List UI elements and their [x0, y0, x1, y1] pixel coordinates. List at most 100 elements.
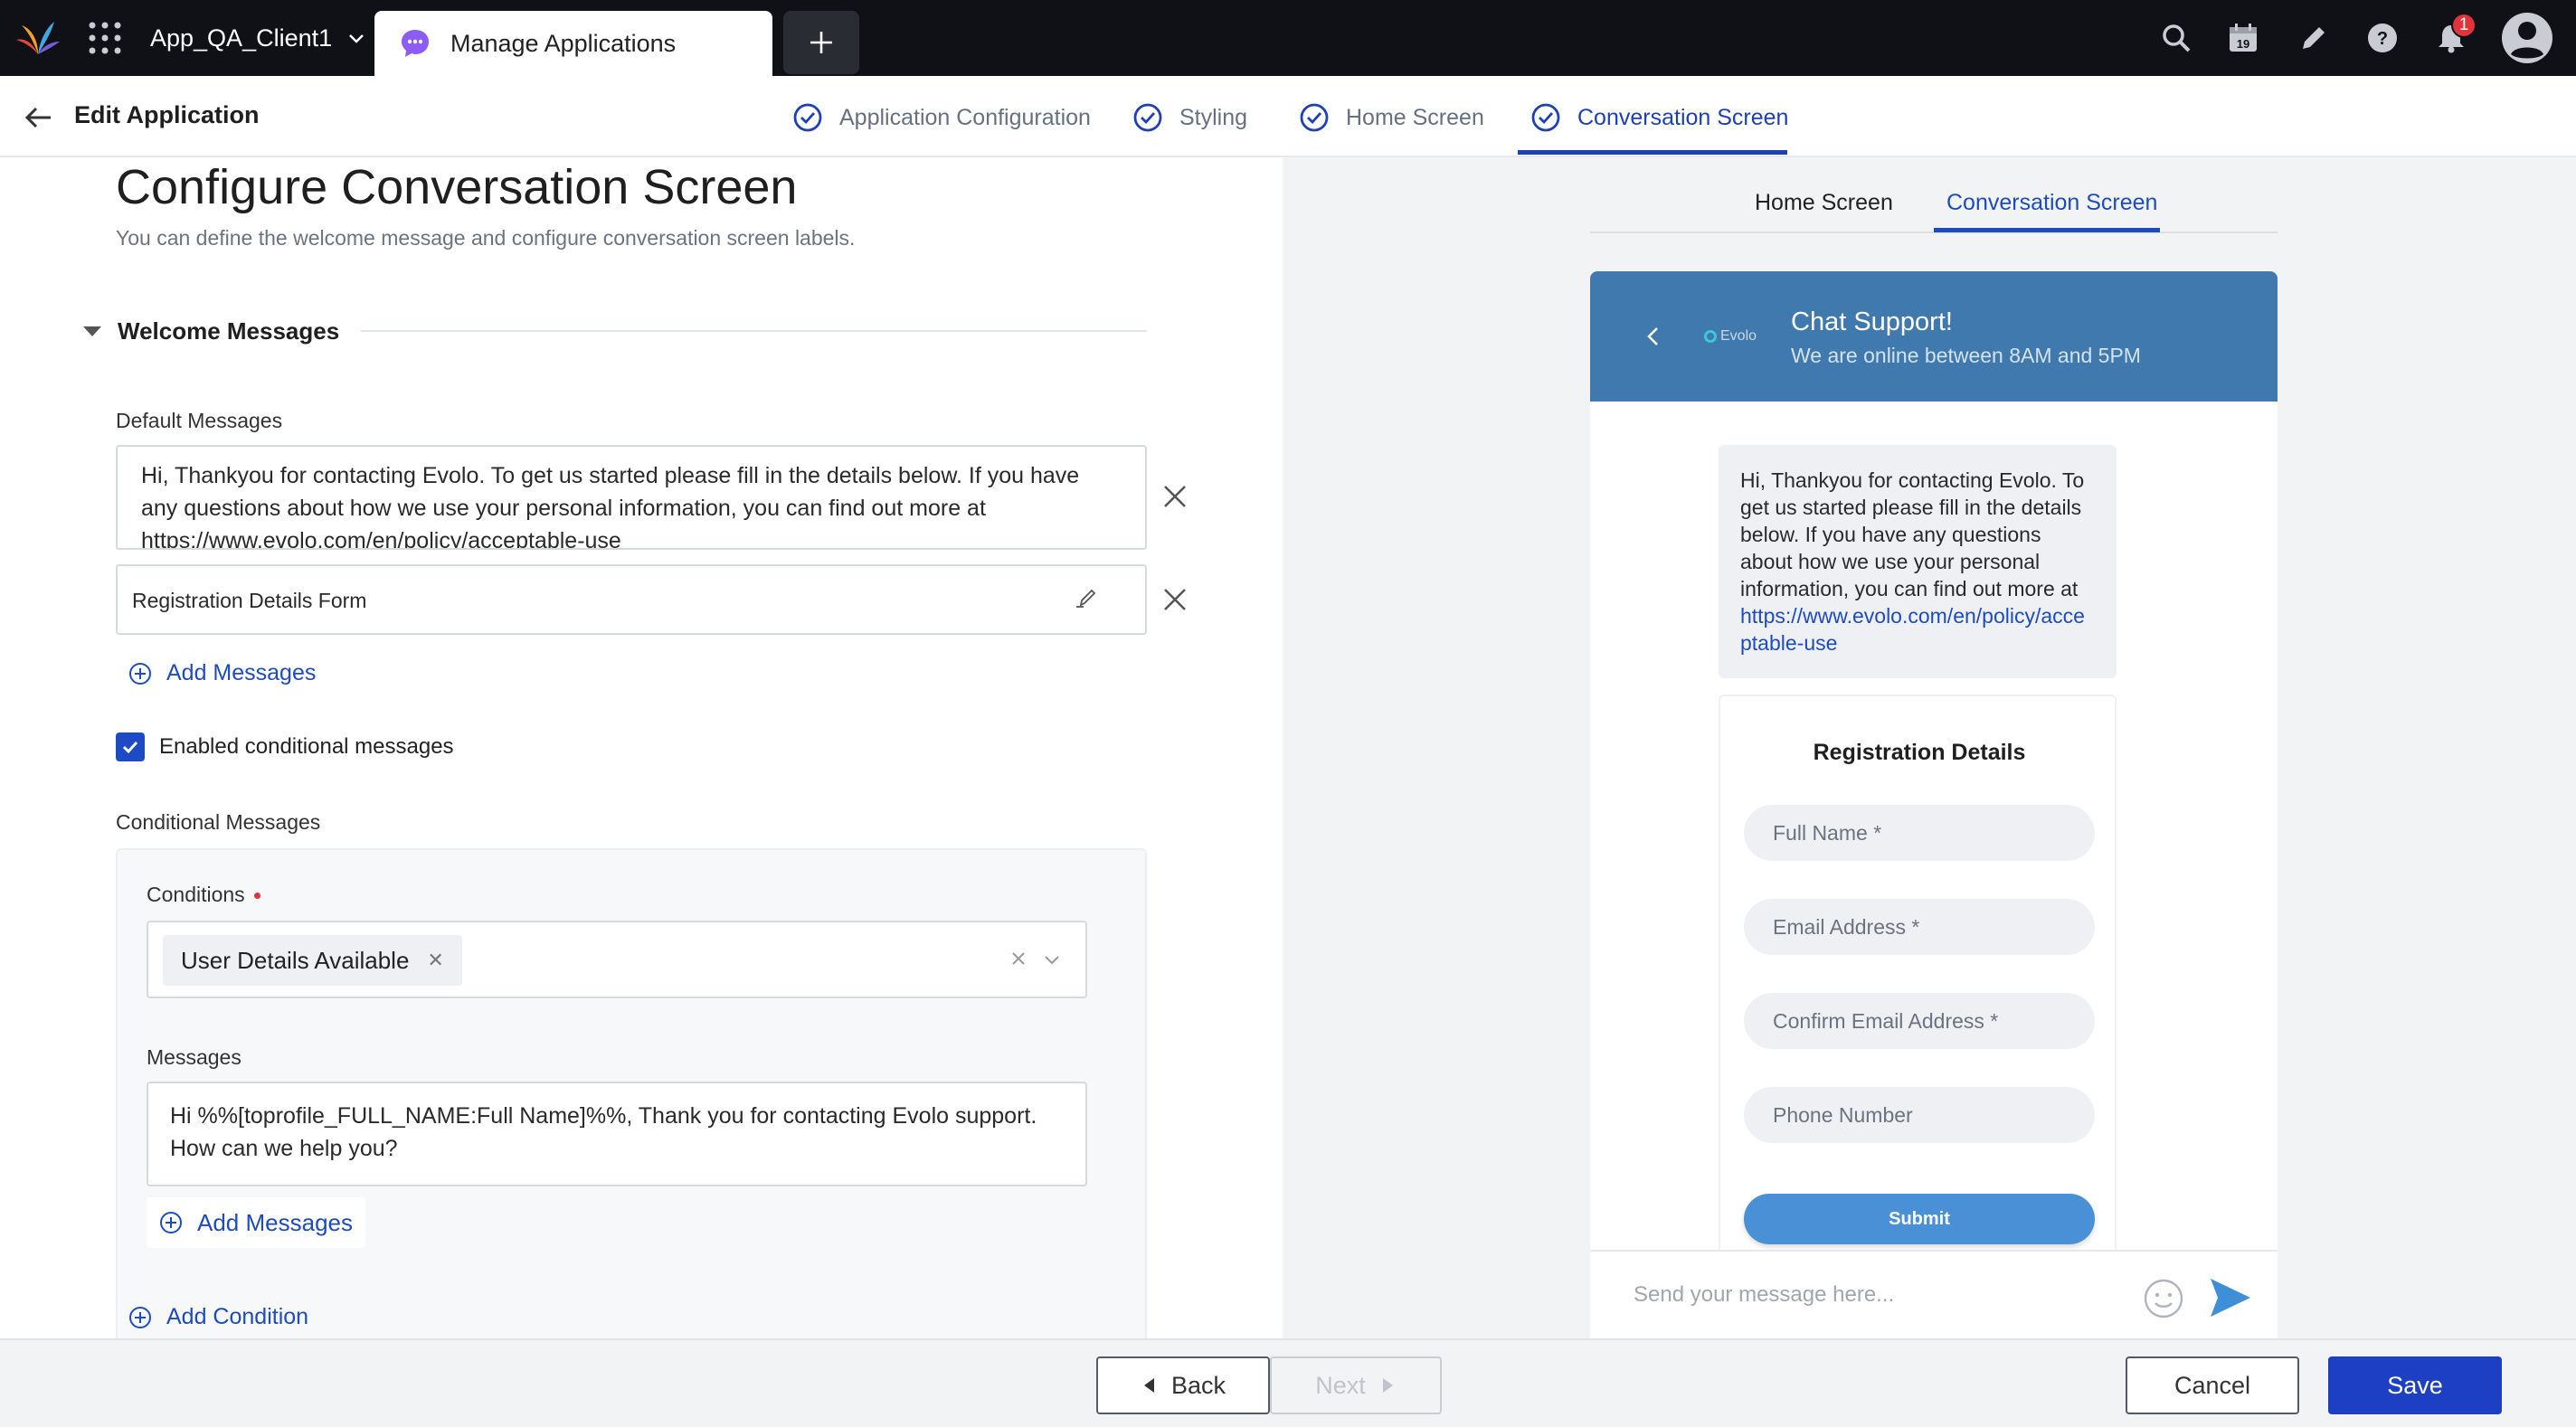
preview-panel: Home Screen Conversation Screen Evolo Ch… — [1283, 157, 2576, 1338]
brand-logo-icon[interactable] — [14, 18, 62, 58]
preview-tab-indicator — [1934, 228, 2160, 232]
section-title: Welcome Messages — [118, 317, 340, 345]
check-circle-icon — [793, 103, 822, 132]
preview-tab-conversation-screen[interactable]: Conversation Screen — [1946, 190, 2157, 216]
conditional-message-text: Hi %%[toprofile_FULL_NAME:Full Name]%%, … — [170, 1103, 1037, 1161]
step-home-screen[interactable]: Home Screen — [1299, 98, 1484, 137]
form-title: Registration Details — [1813, 740, 2026, 765]
workspace-name: App_QA_Client1 — [150, 24, 333, 52]
sub-header: Edit Application Application Configurati… — [0, 76, 2576, 157]
policy-link[interactable]: https://www.evolo.com/en/policy/acceptab… — [1740, 604, 2085, 655]
required-indicator — [253, 893, 260, 900]
section-divider — [361, 330, 1147, 332]
button-label: Back — [1170, 1371, 1226, 1399]
next-button[interactable]: Next — [1270, 1356, 1442, 1414]
search-icon[interactable] — [2156, 18, 2196, 58]
chip-label: User Details Available — [181, 946, 410, 974]
active-step-indicator — [1518, 150, 1787, 155]
help-icon[interactable]: ? — [2363, 18, 2402, 58]
chevron-left-icon[interactable] — [1641, 324, 1666, 349]
default-message-textarea[interactable]: Hi, Thankyou for contacting Evolo. To ge… — [116, 445, 1147, 550]
plus-circle-icon — [129, 1306, 151, 1328]
step-label: Styling — [1179, 104, 1248, 130]
page-title: Edit Application — [74, 101, 260, 128]
step-label: Application Configuration — [839, 104, 1091, 130]
composer-input[interactable]: Send your message here... — [1634, 1282, 1894, 1308]
step-conversation-screen[interactable]: Conversation Screen — [1530, 98, 1788, 137]
top-bar: App_QA_Client1 Manage Applications 19 ? … — [0, 0, 2576, 76]
conditional-messages-label: Conditional Messages — [116, 810, 321, 834]
registration-form-item[interactable]: Registration Details Form — [116, 564, 1147, 635]
chevron-down-icon[interactable] — [1042, 950, 1062, 969]
apps-grid-icon[interactable] — [87, 20, 123, 56]
conditions-label: Conditions — [147, 883, 260, 907]
add-messages-button[interactable]: Add Messages — [128, 660, 316, 686]
remove-form-icon[interactable] — [1160, 584, 1190, 615]
submit-button[interactable]: Submit — [1744, 1194, 2095, 1244]
pencil-icon[interactable] — [2294, 18, 2334, 58]
clear-icon[interactable] — [1008, 948, 1029, 969]
add-messages-inner-button[interactable]: Add Messages — [147, 1197, 365, 1248]
conditions-select[interactable]: User Details Available ✕ — [147, 921, 1087, 998]
back-arrow-icon[interactable] — [22, 101, 54, 134]
remove-message-icon[interactable] — [1160, 481, 1190, 512]
step-label: Home Screen — [1346, 104, 1484, 130]
confirm-email-field[interactable]: Confirm Email Address * — [1744, 993, 2095, 1049]
caret-right-icon — [1382, 1378, 1393, 1393]
save-button[interactable]: Save — [2328, 1356, 2502, 1414]
check-circle-icon — [1300, 103, 1329, 132]
conditional-message-textarea[interactable]: Hi %%[toprofile_FULL_NAME:Full Name]%%, … — [147, 1082, 1087, 1186]
chat-header: Evolo Chat Support! We are online betwee… — [1590, 271, 2278, 402]
registration-form-preview: Registration Details Full Name * Email A… — [1719, 695, 2117, 1338]
chat-subtitle: We are online between 8AM and 5PM — [1791, 344, 2141, 367]
default-messages-label: Default Messages — [116, 409, 283, 432]
calendar-icon[interactable]: 19 — [2223, 18, 2263, 58]
new-tab-button[interactable] — [783, 11, 859, 74]
brand-mark-icon — [1704, 330, 1717, 343]
configuration-panel: Configure Conversation Screen You can de… — [0, 157, 1283, 1338]
step-styling[interactable]: Styling — [1132, 98, 1247, 137]
send-icon[interactable] — [2205, 1273, 2254, 1322]
edit-pencil-icon[interactable] — [1073, 584, 1100, 611]
chat-preview: Evolo Chat Support! We are online betwee… — [1590, 271, 2278, 1338]
emoji-icon[interactable] — [2142, 1277, 2185, 1320]
brand-logo: Evolo — [1704, 326, 1757, 347]
add-condition-button[interactable]: Add Condition — [128, 1304, 308, 1330]
user-avatar-icon[interactable] — [2500, 11, 2554, 65]
full-name-field[interactable]: Full Name * — [1744, 805, 2095, 861]
welcome-messages-section-toggle[interactable]: Welcome Messages — [80, 313, 1147, 349]
svg-text:?: ? — [2377, 29, 2388, 49]
caret-left-icon — [1143, 1378, 1154, 1393]
cancel-button[interactable]: Cancel — [2126, 1356, 2299, 1414]
footer-bar: Back Next Cancel Save — [0, 1338, 2576, 1427]
link-label: Add Messages — [166, 660, 317, 685]
workspace-switcher[interactable]: App_QA_Client1 — [150, 22, 366, 54]
link-label: Add Condition — [166, 1304, 309, 1329]
phone-number-field[interactable]: Phone Number — [1744, 1087, 2095, 1143]
condition-chip: User Details Available ✕ — [163, 935, 462, 986]
welcome-message-bubble: Hi, Thankyou for contacting Evolo. To ge… — [1719, 445, 2117, 678]
caret-down-icon — [83, 326, 101, 336]
step-label: Conversation Screen — [1577, 104, 1789, 130]
email-field[interactable]: Email Address * — [1744, 899, 2095, 955]
plus-icon — [810, 32, 832, 53]
back-button[interactable]: Back — [1096, 1356, 1270, 1414]
tab-manage-applications[interactable]: Manage Applications — [374, 11, 772, 76]
chevron-down-icon — [349, 34, 365, 43]
conditional-messages-checkbox[interactable] — [116, 732, 145, 761]
conditional-checkbox-label: Enabled conditional messages — [159, 734, 454, 759]
notification-badge: 1 — [2451, 13, 2477, 38]
calendar-day: 19 — [2237, 37, 2249, 51]
check-circle-icon — [1133, 103, 1162, 132]
remove-chip-icon[interactable]: ✕ — [427, 949, 443, 972]
step-application-configuration[interactable]: Application Configuration — [792, 98, 1091, 137]
plus-circle-icon — [129, 662, 151, 685]
link-label: Add Messages — [197, 1208, 353, 1236]
tab-label: Manage Applications — [450, 29, 677, 57]
preview-tab-home-screen[interactable]: Home Screen — [1755, 190, 1893, 216]
chat-title: Chat Support! — [1791, 307, 1953, 336]
preview-tabs: Home Screen Conversation Screen — [1590, 175, 2278, 233]
button-label: Next — [1315, 1371, 1366, 1399]
message-composer: Send your message here... — [1590, 1250, 2278, 1338]
plus-circle-icon — [160, 1212, 182, 1233]
